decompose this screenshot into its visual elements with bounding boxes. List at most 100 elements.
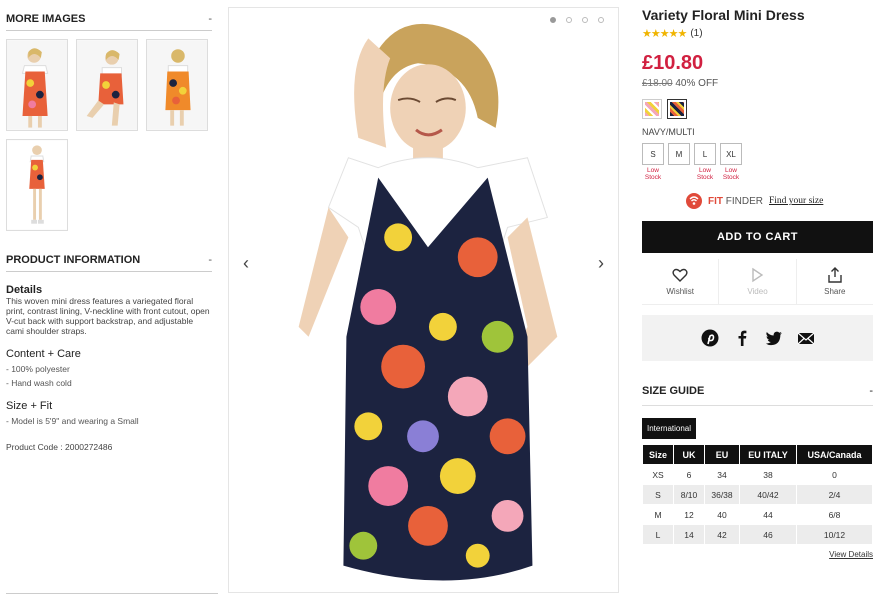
social-share-bar [642, 315, 873, 361]
table-cell: S [643, 485, 673, 504]
action-bar: Wishlist Video Share [642, 259, 873, 305]
more-images-header[interactable]: MORE IMAGES - [6, 7, 212, 31]
column-header: USA/Canada [797, 445, 872, 464]
size-xl[interactable]: XL [720, 143, 742, 165]
thumbnail-3[interactable] [146, 39, 208, 131]
stock-status: Low Stock [644, 167, 662, 181]
size-m[interactable]: M [668, 143, 690, 165]
size-fit-line: - Model is 5'9" and wearing a Small [6, 416, 139, 426]
thumbnail-2[interactable] [76, 39, 138, 131]
table-cell: L [643, 525, 673, 544]
table-cell: 8/10 [674, 485, 704, 504]
size-option[interactable]: M [668, 143, 690, 181]
collapse-icon[interactable]: - [208, 13, 212, 25]
collapse-icon[interactable]: - [208, 254, 212, 266]
details-text: This woven mini dress features a variega… [6, 296, 210, 336]
size-option[interactable]: XL Low Stock [720, 143, 742, 181]
carousel-dots [550, 17, 604, 23]
thumbnail-grid [6, 39, 220, 231]
table-cell: 0 [797, 465, 872, 484]
selected-color: NAVY/MULTI [642, 127, 695, 137]
stock-status: Low Stock [722, 167, 740, 181]
product-panel: Variety Floral Mini Dress ★★★★★ (1) £10.… [642, 0, 873, 597]
carousel-dot[interactable] [598, 17, 604, 23]
size-option[interactable]: L Low Stock [694, 143, 716, 181]
rating[interactable]: ★★★★★ (1) [642, 27, 873, 40]
size-l[interactable]: L [694, 143, 716, 165]
video-label: Video [747, 287, 768, 296]
column-header: EU ITALY [740, 445, 796, 464]
size-fit-title: Size + Fit [6, 400, 53, 412]
add-to-cart-button[interactable]: ADD TO CART [642, 221, 873, 253]
size-option[interactable]: S Low Stock [642, 143, 664, 181]
thumbnail-1[interactable] [6, 39, 68, 131]
product-photo [229, 8, 618, 592]
table-cell: 12 [674, 505, 704, 524]
table-header-row: Size UK EU EU ITALY USA/Canada [643, 445, 872, 464]
product-info-label: PRODUCT INFORMATION [6, 253, 141, 266]
table-cell: 6 [674, 465, 704, 484]
tab-international[interactable]: International [642, 418, 697, 439]
size-table: Size UK EU EU ITALY USA/Canada XS 6 34 38 0 … [642, 444, 873, 545]
original-price: £18.00 [642, 78, 673, 89]
star-rating-icon: ★★★★★ [642, 28, 687, 40]
carousel-dot[interactable] [550, 17, 556, 23]
next-arrow-icon[interactable]: › [598, 253, 604, 274]
color-swatch-selected[interactable] [667, 99, 687, 119]
size-guide-title: SIZE GUIDE [642, 385, 705, 397]
table-cell: M [643, 505, 673, 524]
stock-status: Low Stock [696, 167, 714, 181]
product-info-body: Details This woven mini dress features a… [6, 284, 212, 452]
content-care-title: Content + Care [6, 348, 81, 360]
table-row: S 8/10 36/38 40/42 2/4 [643, 485, 872, 504]
color-swatch[interactable] [642, 99, 662, 119]
review-count[interactable]: (1) [690, 28, 702, 39]
content-line: - Hand wash cold [6, 378, 72, 388]
fit-finder[interactable]: FIT FINDER Find your size [686, 193, 873, 209]
thumbnail-4[interactable] [6, 139, 68, 231]
email-icon[interactable] [797, 329, 815, 347]
table-cell: 40 [705, 505, 739, 524]
table-cell: XS [643, 465, 673, 484]
size-s[interactable]: S [642, 143, 664, 165]
facebook-icon[interactable] [733, 329, 751, 347]
fit-finder-label: FIT FINDER [708, 195, 763, 207]
find-your-size-link[interactable]: Find your size [769, 196, 823, 206]
size-selector: S Low Stock M L Low Stock XL Low Stock [642, 143, 873, 181]
product-title: Variety Floral Mini Dress [642, 7, 805, 23]
table-cell: 44 [740, 505, 796, 524]
heart-icon [672, 268, 688, 282]
pinterest-icon[interactable] [701, 329, 719, 347]
collapse-icon[interactable]: - [869, 385, 873, 397]
table-cell: 6/8 [797, 505, 872, 524]
size-guide-header[interactable]: SIZE GUIDE - [642, 385, 873, 406]
view-details-link[interactable]: View Details [642, 550, 873, 559]
content-line: - 100% polyester [6, 364, 70, 374]
color-swatches [642, 99, 873, 119]
divider [6, 593, 218, 594]
share-button[interactable]: Share [797, 259, 873, 304]
column-header: Size [643, 445, 673, 464]
carousel-dot[interactable] [566, 17, 572, 23]
discount-label: 40% OFF [675, 78, 719, 89]
product-info-header[interactable]: PRODUCT INFORMATION - [6, 248, 212, 272]
twitter-icon[interactable] [765, 329, 783, 347]
fit-finder-icon [686, 193, 702, 209]
share-icon [828, 267, 842, 283]
table-row: L 14 42 46 10/12 [643, 525, 872, 544]
table-cell: 38 [740, 465, 796, 484]
video-button[interactable]: Video [719, 259, 797, 304]
price-info: £18.00 40% OFF [642, 78, 873, 89]
table-cell: 10/12 [797, 525, 872, 544]
column-header: UK [674, 445, 704, 464]
table-cell: 36/38 [705, 485, 739, 504]
carousel-dot[interactable] [582, 17, 588, 23]
left-panel: MORE IMAGES - PRODUCT INFORMATION - Deta… [0, 0, 220, 597]
main-product-image[interactable]: ‹ › [228, 7, 619, 593]
prev-arrow-icon[interactable]: ‹ [243, 253, 249, 274]
details-title: Details [6, 284, 43, 296]
column-header: EU [705, 445, 739, 464]
table-cell: 46 [740, 525, 796, 544]
wishlist-button[interactable]: Wishlist [642, 259, 720, 304]
table-row: XS 6 34 38 0 [643, 465, 872, 484]
